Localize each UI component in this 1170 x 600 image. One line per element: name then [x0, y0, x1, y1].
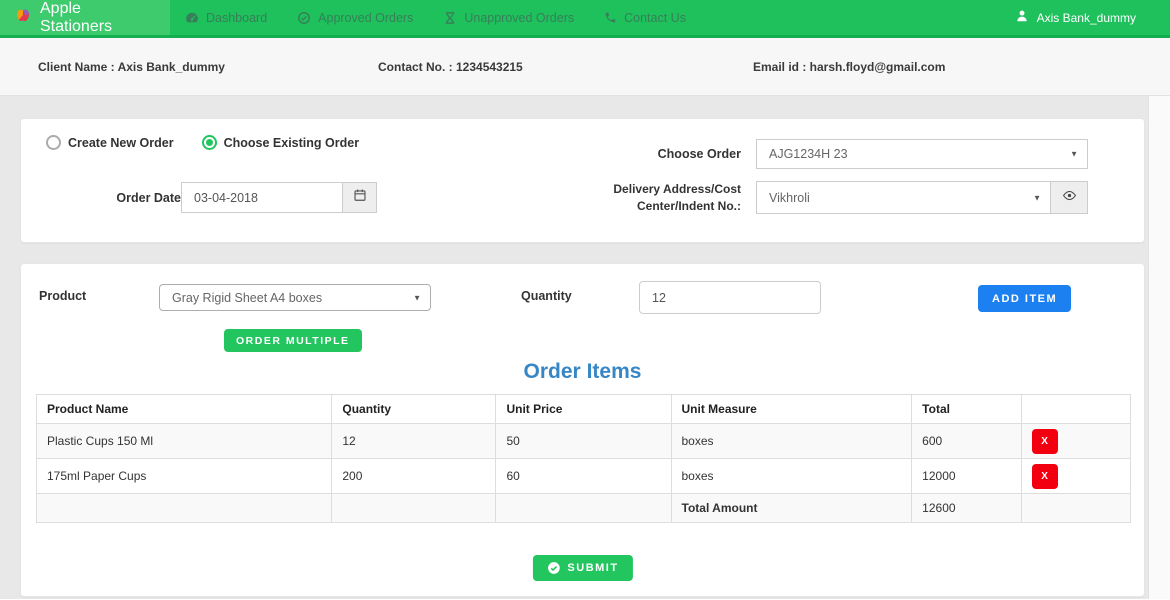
total-amount-value: 12600 [912, 494, 1021, 523]
user-menu[interactable]: Axis Bank_dummy [1015, 0, 1170, 35]
order-type-radio-group: Create New Order Choose Existing Order [46, 135, 359, 150]
cell-unit-measure: boxes [671, 424, 912, 459]
chevron-down-icon: ▼ [413, 293, 421, 302]
cell-product: Plastic Cups 150 Ml [37, 424, 332, 459]
cell-total: 600 [912, 424, 1021, 459]
page-content: Create New Order Choose Existing Order O… [0, 96, 1170, 599]
choose-order-value: AJG1234H 23 [769, 147, 848, 161]
nav-item-dashboard[interactable]: Dashboard [170, 0, 282, 35]
order-selection-panel: Create New Order Choose Existing Order O… [20, 118, 1145, 243]
view-address-button[interactable] [1051, 181, 1088, 214]
total-amount-label: Total Amount [671, 494, 912, 523]
brand[interactable]: Apple Stationers [0, 0, 170, 35]
cell-total: 12000 [912, 459, 1021, 494]
table-row: 175ml Paper Cups 200 60 boxes 12000 X [37, 459, 1131, 494]
client-contact: Contact No. : 1234543215 [378, 60, 753, 74]
user-name: Axis Bank_dummy [1037, 11, 1136, 25]
radio-choose-existing-order[interactable]: Choose Existing Order [202, 135, 359, 150]
col-quantity: Quantity [332, 395, 496, 424]
nav-item-contact-us[interactable]: Contact Us [589, 0, 701, 35]
check-circle-icon [297, 11, 311, 25]
nav-item-label: Dashboard [206, 11, 267, 25]
calendar-addon-button[interactable] [343, 182, 377, 213]
delivery-address-group: Vikhroli ▼ [756, 181, 1088, 214]
client-name: Client Name : Axis Bank_dummy [0, 60, 378, 74]
order-multiple-button[interactable]: ORDER MULTIPLE [224, 329, 362, 352]
submit-button[interactable]: SUBMIT [532, 555, 632, 581]
user-icon [1015, 9, 1029, 26]
col-actions [1021, 395, 1130, 424]
delivery-address-label: Delivery Address/Cost Center/Indent No.: [556, 181, 741, 215]
top-navbar: Apple Stationers Dashboard Approved Orde… [0, 0, 1170, 38]
cell-product: 175ml Paper Cups [37, 459, 332, 494]
product-label: Product [39, 289, 86, 303]
brand-label: Apple Stationers [40, 0, 156, 36]
check-circle-icon [546, 561, 560, 575]
nav-item-label: Approved Orders [318, 11, 413, 25]
table-row: Plastic Cups 150 Ml 12 50 boxes 600 X [37, 424, 1131, 459]
quantity-input[interactable] [639, 281, 821, 314]
nav-item-unapproved-orders[interactable]: Unapproved Orders [428, 0, 589, 35]
submit-label: SUBMIT [567, 562, 618, 574]
apple-logo-icon [14, 6, 32, 29]
calendar-icon [353, 188, 367, 207]
radio-label: Create New Order [68, 136, 174, 150]
order-date-input[interactable] [181, 182, 343, 213]
nav-item-label: Contact Us [624, 11, 686, 25]
order-items-table: Product Name Quantity Unit Price Unit Me… [36, 394, 1131, 523]
delete-item-button[interactable]: X [1032, 464, 1058, 489]
nav-item-approved-orders[interactable]: Approved Orders [282, 0, 428, 35]
client-email: Email id : harsh.floyd@gmail.com [753, 60, 1170, 74]
nav-item-label: Unapproved Orders [464, 11, 574, 25]
delete-item-button[interactable]: X [1032, 429, 1058, 454]
table-total-row: Total Amount 12600 [37, 494, 1131, 523]
radio-create-new-order[interactable]: Create New Order [46, 135, 174, 150]
vertical-scrollbar[interactable] [1148, 96, 1170, 599]
choose-order-label: Choose Order [581, 147, 741, 161]
client-info-bar: Client Name : Axis Bank_dummy Contact No… [0, 38, 1170, 96]
col-product-name: Product Name [37, 395, 332, 424]
order-items-heading: Order Items [21, 360, 1144, 384]
col-total: Total [912, 395, 1021, 424]
col-unit-measure: Unit Measure [671, 395, 912, 424]
chevron-down-icon: ▼ [1070, 150, 1078, 159]
hourglass-icon [443, 11, 457, 25]
quantity-label: Quantity [521, 289, 572, 303]
chevron-down-icon: ▼ [1033, 193, 1041, 202]
order-date-group [181, 182, 377, 213]
table-header-row: Product Name Quantity Unit Price Unit Me… [37, 395, 1131, 424]
delivery-address-value: Vikhroli [769, 191, 810, 205]
radio-button-selected-icon [202, 135, 217, 150]
radio-button-icon [46, 135, 61, 150]
cell-unit-price: 60 [496, 459, 671, 494]
phone-icon [604, 11, 617, 24]
cell-quantity: 200 [332, 459, 496, 494]
cell-unit-price: 50 [496, 424, 671, 459]
cell-quantity: 12 [332, 424, 496, 459]
nav-menu: Dashboard Approved Orders Unapproved Ord… [170, 0, 701, 35]
delivery-address-select[interactable]: Vikhroli ▼ [756, 181, 1051, 214]
product-value: Gray Rigid Sheet A4 boxes [172, 291, 322, 305]
product-select[interactable]: Gray Rigid Sheet A4 boxes ▼ [159, 284, 431, 311]
add-item-button[interactable]: ADD ITEM [978, 285, 1071, 312]
cell-unit-measure: boxes [671, 459, 912, 494]
radio-label: Choose Existing Order [224, 136, 359, 150]
dashboard-icon [185, 11, 199, 25]
col-unit-price: Unit Price [496, 395, 671, 424]
order-items-panel: Product Gray Rigid Sheet A4 boxes ▼ Quan… [20, 263, 1145, 597]
choose-order-select[interactable]: AJG1234H 23 ▼ [756, 139, 1088, 169]
eye-icon [1062, 188, 1077, 208]
order-date-label: Order Date [61, 191, 181, 205]
